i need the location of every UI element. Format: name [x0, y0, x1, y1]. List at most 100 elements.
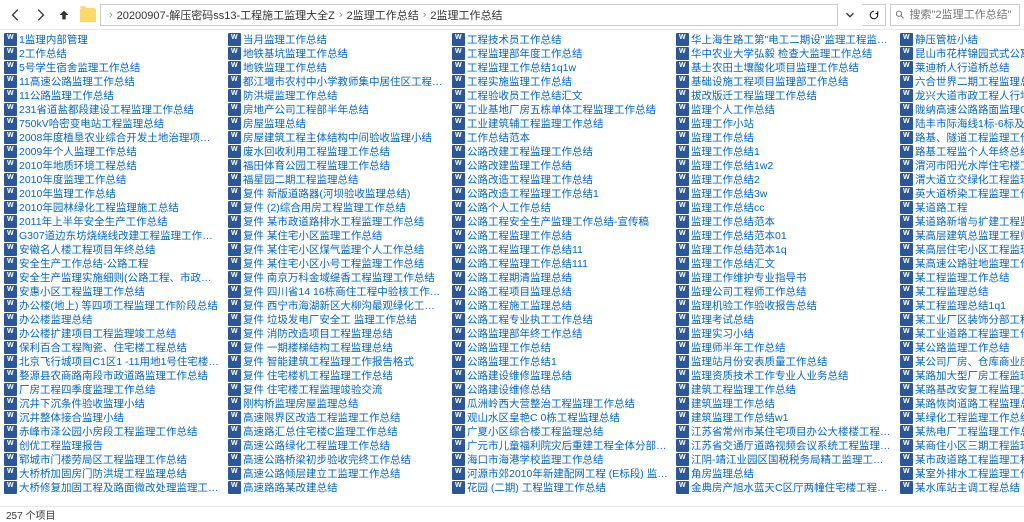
file-item[interactable]: 工作总结范本 — [450, 130, 670, 144]
file-item[interactable]: 房屋监理总结 — [226, 116, 446, 130]
file-item[interactable]: 2工作总结 — [2, 46, 222, 60]
file-item[interactable]: 某路恢岗道路工程监理总结 — [898, 396, 1024, 410]
file-item[interactable]: 建筑监理工作总结w1 — [674, 410, 894, 424]
file-item[interactable]: 某室外排水工程监理工作总结 — [898, 466, 1024, 480]
file-item[interactable]: 公路改建工程监理工作总结 — [450, 144, 670, 158]
file-item[interactable]: 公路改造工程监理工作总结 — [450, 172, 670, 186]
file-item[interactable]: 办公楼扩建项目工程监理竣工总结 — [2, 326, 222, 340]
file-item[interactable]: 复件 垃圾发电厂安全工 监理工作总结 — [226, 312, 446, 326]
file-item[interactable]: 高速公路桥梁初步验收完终工作总结 — [226, 452, 446, 466]
file-item[interactable]: 婺源县农商路南段市政道路监理工作总结 — [2, 368, 222, 382]
file-item[interactable]: 监理师半年工作总结 — [674, 340, 894, 354]
file-item[interactable]: 办公楼监理总结 — [2, 312, 222, 326]
file-item[interactable]: 昆山市花样锦园式式公寓楼工程监理工作总结 — [898, 46, 1024, 60]
file-item[interactable]: 瓜洲岭西大营整治工程监理工作总结 — [450, 396, 670, 410]
file-item[interactable]: 监理站月份安表质量工作总结 — [674, 354, 894, 368]
file-item[interactable]: 福田体育公园工程监理工作总结 — [226, 158, 446, 172]
file-item[interactable]: 废水回收利用工程监理工作总结 — [226, 144, 446, 158]
file-item[interactable]: 某工业道路工程监理工作总结 — [898, 326, 1024, 340]
file-item[interactable]: 公路工程监理工作总结11 — [450, 242, 670, 256]
file-item[interactable]: 某路基改安复工程监理工作总结 — [898, 382, 1024, 396]
file-item[interactable]: 静压管桩小结 — [898, 32, 1024, 46]
file-item[interactable]: 高速路汇总住宅楼C监理工作总结 — [226, 424, 446, 438]
file-item[interactable]: 某热电厂工程监理工作总结1q1 — [898, 424, 1024, 438]
file-item[interactable]: 江阴-靖江业园区国税税务局精工监理工作总结 — [674, 452, 894, 466]
file-item[interactable]: 231省道盐都段建设工程监理工作总结 — [2, 102, 222, 116]
file-item[interactable]: 2008年度植垦农业综合开发土地治理项目工程监理工作总结 — [2, 130, 222, 144]
file-item[interactable]: 当月监理工作总结 — [226, 32, 446, 46]
file-item[interactable]: 河源市郊2010年新建配网工程 (E标段) 监理工作总结 — [450, 466, 670, 480]
nav-forward-button[interactable] — [28, 3, 52, 27]
file-item[interactable]: 复件 某市政道路排水工程监理工作总结 — [226, 214, 446, 228]
file-item[interactable]: 监理实习小结 — [674, 326, 894, 340]
file-item[interactable]: 都江堰市农村中小学教师集中居住区工程 (高桥) 监理工作总结 — [226, 74, 446, 88]
file-item[interactable]: 刚构桥监理房屋监理总结 — [226, 396, 446, 410]
refresh-button[interactable] — [862, 4, 886, 26]
file-item[interactable]: 江苏省常州市某住宅项目办公大楼楼工程监理工作总结 — [674, 424, 894, 438]
file-item[interactable]: 某商住小区三期工程监理总结 — [898, 438, 1024, 452]
file-item[interactable]: 某工程监理工作总结 — [898, 270, 1024, 284]
file-item[interactable]: 建筑工程监理工作总结 — [674, 382, 894, 396]
file-item[interactable]: 保利百合工程陶瓷、住宅楼工程总结 — [2, 340, 222, 354]
file-item[interactable]: 复件 住宅楼机工程监理工作总结 — [226, 368, 446, 382]
file-item[interactable]: 1监理内部管理 — [2, 32, 222, 46]
file-item[interactable]: 安惠小区工程监理工作总结 — [2, 284, 222, 298]
file-item[interactable]: 高速路路某改建总结 — [226, 480, 446, 494]
file-item[interactable]: 公路监理工作总结 — [450, 340, 670, 354]
file-item[interactable]: 公路工程监理工作总结111 — [450, 256, 670, 270]
search-input[interactable] — [910, 9, 1015, 21]
file-item[interactable]: 拔改版迁工程监理工作总结 — [674, 88, 894, 102]
file-item[interactable]: 复件 四川省14 16栋商住工程中验核工作总结 — [226, 284, 446, 298]
file-item[interactable]: 11公路监理工作总结 — [2, 88, 222, 102]
file-item[interactable]: 2009年个人监理工作总结 — [2, 144, 222, 158]
file-item[interactable]: 陇纳高速公路路面监理CZ项目监理工 — [898, 102, 1024, 116]
file-item[interactable]: 华中农业大学弘毅 检查大监理工作总结 — [674, 46, 894, 60]
file-item[interactable]: 金典房产旭水蓝天C区厅两幢住宅楼工程监理工作总结 — [674, 480, 894, 494]
file-item[interactable]: 2010年地质环境工程总结 — [2, 158, 222, 172]
file-item[interactable]: 工程验收员工作总结汇文 — [450, 88, 670, 102]
file-item[interactable]: 2011年上半年安全生产工作总结 — [2, 214, 222, 228]
file-item[interactable]: 渭河市阳光水岸住宅楼工程监理工作总结 — [898, 158, 1024, 172]
file-item[interactable]: 监理工作总结 — [674, 130, 894, 144]
file-item[interactable]: 复件 南京万科金域缇香工程监理工作总结 — [226, 270, 446, 284]
file-item[interactable]: 复件 智能建筑工程监理工作报告格式 — [226, 354, 446, 368]
nav-up-button[interactable] — [52, 3, 76, 27]
file-item[interactable]: 公路建设维修总结 — [450, 382, 670, 396]
file-item[interactable]: 某高层建筑总监理工程师 — [898, 228, 1024, 242]
file-item[interactable]: 高速限界区改造工程监理工作总结 — [226, 410, 446, 424]
file-item[interactable]: 监理工作小站 — [674, 116, 894, 130]
file-item[interactable]: 高速公路倾层建立工监理工作总结 — [226, 466, 446, 480]
file-item[interactable]: 复件 新版道路器(河坝验收监理总结) — [226, 186, 446, 200]
file-item[interactable]: 某公路监理工作总结 — [898, 340, 1024, 354]
file-item[interactable]: 基础设施工程项目监理部工作总结 — [674, 74, 894, 88]
file-item[interactable]: 750kV哈密变电站工程监理总结 — [2, 116, 222, 130]
file-item[interactable]: 复件 西宁市海湖新区大柳沟最观绿化工程监理工作总结 — [226, 298, 446, 312]
file-item[interactable]: 某道路新增与扩建工程监理工作总结 — [898, 214, 1024, 228]
file-item[interactable]: 11高速公路监理工作总结 — [2, 74, 222, 88]
file-item[interactable]: 公路工程监理工作总结 — [450, 228, 670, 242]
file-item[interactable]: 安徽名人楼工程项目年终总结 — [2, 242, 222, 256]
file-item[interactable]: 沉井下沉条件验收监理小结 — [2, 396, 222, 410]
file-item[interactable]: 复件 某住宅小区煤气监理个人工作总结 — [226, 242, 446, 256]
file-item[interactable]: 渭大道立交绿化工程监理工作总结 — [898, 172, 1024, 186]
file-item[interactable]: 广元市儿童福利院灾后重建工程全体分部工程监理工作总结 — [450, 438, 670, 452]
file-item[interactable]: 大桥修复加固工程及路面微改处理监理工作总结 — [2, 480, 222, 494]
file-item[interactable]: 某工程监理总结1q1 — [898, 298, 1024, 312]
file-item[interactable]: 安全生产监理实施细则(公路工程、市政工程) — [2, 270, 222, 284]
file-item[interactable]: 某市政道路工程监理工程监理工作总结 — [898, 452, 1024, 466]
file-item[interactable]: 工程技术员工作总结 — [450, 32, 670, 46]
file-item[interactable]: 监理工作总结cc — [674, 200, 894, 214]
file-item[interactable]: 某公司厂房、仓库商业房及地下车库工程 — [898, 354, 1024, 368]
file-item[interactable]: 监理公司工程师工作总结 — [674, 284, 894, 298]
file-item[interactable]: 某高层住宅小区工程监理工作总结 — [898, 242, 1024, 256]
file-item[interactable]: 基士农田土壤酸化项目监理工作总结 — [674, 60, 894, 74]
file-item[interactable]: 某工程监理总结 — [898, 284, 1024, 298]
file-item[interactable]: 复件 某住宅小区小号工程监理工作总结 — [226, 256, 446, 270]
file-item[interactable]: 赤峰市泽公园小房段工程监理工作总结 — [2, 424, 222, 438]
file-item[interactable]: 海口市海港学校监理工作总结 — [450, 452, 670, 466]
file-item[interactable]: 公路个人工作总结 — [450, 200, 670, 214]
file-item[interactable]: 房地产公司工程部半年总结 — [226, 102, 446, 116]
file-item[interactable]: 工程实施监理工作总结 — [450, 74, 670, 88]
file-item[interactable]: 监理工作总结汇文 — [674, 256, 894, 270]
file-item[interactable]: 郓城市门楼劳局区工程监理工作总结 — [2, 452, 222, 466]
